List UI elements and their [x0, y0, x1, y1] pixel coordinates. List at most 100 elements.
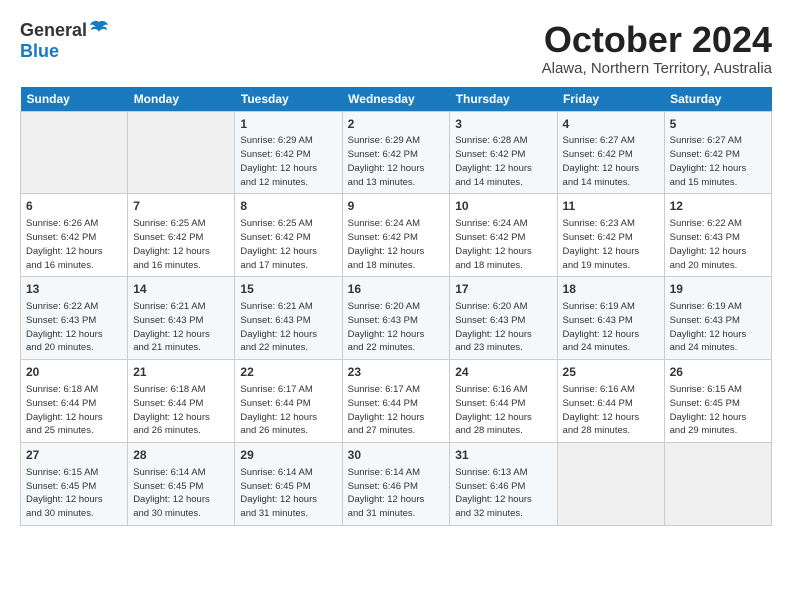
- calendar-cell: 4Sunrise: 6:27 AM Sunset: 6:42 PM Daylig…: [557, 111, 664, 194]
- day-number: 10: [455, 198, 551, 215]
- day-info: Sunrise: 6:20 AM Sunset: 6:43 PM Dayligh…: [348, 300, 445, 355]
- weekday-header-row: SundayMondayTuesdayWednesdayThursdayFrid…: [21, 87, 772, 112]
- day-info: Sunrise: 6:24 AM Sunset: 6:42 PM Dayligh…: [455, 217, 551, 272]
- day-number: 11: [563, 198, 659, 215]
- day-info: Sunrise: 6:14 AM Sunset: 6:45 PM Dayligh…: [133, 466, 229, 521]
- calendar-cell: 5Sunrise: 6:27 AM Sunset: 6:42 PM Daylig…: [664, 111, 771, 194]
- day-number: 14: [133, 281, 229, 298]
- day-number: 17: [455, 281, 551, 298]
- calendar-cell: 24Sunrise: 6:16 AM Sunset: 6:44 PM Dayli…: [450, 360, 557, 443]
- day-number: 24: [455, 364, 551, 381]
- calendar-cell: 19 Sunrise: 6:19 AM Sunset: 6:43 PM Dayli…: [664, 277, 771, 360]
- calendar-cell: 31Sunrise: 6:13 AM Sunset: 6:46 PM Dayli…: [450, 443, 557, 526]
- day-info: Sunrise: 6:27 AM Sunset: 6:42 PM Dayligh…: [670, 134, 766, 189]
- header: General Blue October 2024 Alawa, Norther…: [20, 20, 772, 77]
- calendar-week-row: 13Sunrise: 6:22 AM Sunset: 6:43 PM Dayli…: [21, 277, 772, 360]
- day-number: 8: [240, 198, 336, 215]
- day-info: Sunrise: 6:23 AM Sunset: 6:42 PM Dayligh…: [563, 217, 659, 272]
- day-info: Sunrise: 6:19 AM Sunset: 6:43 PM Dayligh…: [563, 300, 659, 355]
- calendar-week-row: 27 Sunrise: 6:15 AM Sunset: 6:45 PM Dayli…: [21, 443, 772, 526]
- day-info: Sunrise: 6:19 AM Sunset: 6:43 PM Dayligh…: [670, 300, 766, 355]
- day-info: Sunrise: 6:26 AM Sunset: 6:42 PM Dayligh…: [26, 217, 122, 272]
- calendar-cell: 29 Sunrise: 6:14 AM Sunset: 6:45 PM Dayli…: [235, 443, 342, 526]
- calendar-week-row: 20Sunrise: 6:18 AM Sunset: 6:44 PM Dayli…: [21, 360, 772, 443]
- day-number: 27: [26, 447, 122, 464]
- calendar-cell: 22Sunrise: 6:17 AM Sunset: 6:44 PM Dayli…: [235, 360, 342, 443]
- calendar-week-row: 1Sunrise: 6:29 AM Sunset: 6:42 PM Daylig…: [21, 111, 772, 194]
- logo-blue-text: Blue: [20, 41, 59, 62]
- calendar-cell: 21 Sunrise: 6:18 AM Sunset: 6:44 PM Dayli…: [128, 360, 235, 443]
- calendar-cell: 2Sunrise: 6:29 AM Sunset: 6:42 PM Daylig…: [342, 111, 450, 194]
- calendar-cell: [557, 443, 664, 526]
- calendar-cell: 27 Sunrise: 6:15 AM Sunset: 6:45 PM Dayli…: [21, 443, 128, 526]
- calendar-cell: 20Sunrise: 6:18 AM Sunset: 6:44 PM Dayli…: [21, 360, 128, 443]
- day-number: 19: [670, 281, 766, 298]
- calendar-cell: 28 Sunrise: 6:14 AM Sunset: 6:45 PM Dayli…: [128, 443, 235, 526]
- day-number: 26: [670, 364, 766, 381]
- day-number: 7: [133, 198, 229, 215]
- day-number: 18: [563, 281, 659, 298]
- calendar-cell: 8Sunrise: 6:25 AM Sunset: 6:42 PM Daylig…: [235, 194, 342, 277]
- calendar-cell: 15Sunrise: 6:21 AM Sunset: 6:43 PM Dayli…: [235, 277, 342, 360]
- day-info: Sunrise: 6:28 AM Sunset: 6:42 PM Dayligh…: [455, 134, 551, 189]
- day-info: Sunrise: 6:14 AM Sunset: 6:46 PM Dayligh…: [348, 466, 445, 521]
- day-number: 21: [133, 364, 229, 381]
- day-info: Sunrise: 6:15 AM Sunset: 6:45 PM Dayligh…: [670, 383, 766, 438]
- day-info: Sunrise: 6:22 AM Sunset: 6:43 PM Dayligh…: [26, 300, 122, 355]
- day-info: Sunrise: 6:27 AM Sunset: 6:42 PM Dayligh…: [563, 134, 659, 189]
- calendar-cell: 11 Sunrise: 6:23 AM Sunset: 6:42 PM Dayli…: [557, 194, 664, 277]
- calendar-cell: 1Sunrise: 6:29 AM Sunset: 6:42 PM Daylig…: [235, 111, 342, 194]
- day-info: Sunrise: 6:13 AM Sunset: 6:46 PM Dayligh…: [455, 466, 551, 521]
- day-number: 12: [670, 198, 766, 215]
- calendar-cell: 17Sunrise: 6:20 AM Sunset: 6:43 PM Dayli…: [450, 277, 557, 360]
- calendar-cell: 13Sunrise: 6:22 AM Sunset: 6:43 PM Dayli…: [21, 277, 128, 360]
- day-info: Sunrise: 6:15 AM Sunset: 6:45 PM Dayligh…: [26, 466, 122, 521]
- calendar-cell: 26 Sunrise: 6:15 AM Sunset: 6:45 PM Dayli…: [664, 360, 771, 443]
- day-info: Sunrise: 6:29 AM Sunset: 6:42 PM Dayligh…: [240, 134, 336, 189]
- calendar-cell: 16 Sunrise: 6:20 AM Sunset: 6:43 PM Dayli…: [342, 277, 450, 360]
- weekday-header: Thursday: [450, 87, 557, 112]
- logo: General Blue: [20, 20, 109, 62]
- day-number: 30: [348, 447, 445, 464]
- day-info: Sunrise: 6:29 AM Sunset: 6:42 PM Dayligh…: [348, 134, 445, 189]
- weekday-header: Friday: [557, 87, 664, 112]
- weekday-header: Monday: [128, 87, 235, 112]
- location: Alawa, Northern Territory, Australia: [542, 60, 772, 77]
- calendar-cell: 9Sunrise: 6:24 AM Sunset: 6:42 PM Daylig…: [342, 194, 450, 277]
- day-number: 28: [133, 447, 229, 464]
- day-number: 9: [348, 198, 445, 215]
- calendar-week-row: 6 Sunrise: 6:26 AM Sunset: 6:42 PM Daylig…: [21, 194, 772, 277]
- calendar-cell: [128, 111, 235, 194]
- day-number: 16: [348, 281, 445, 298]
- weekday-header: Sunday: [21, 87, 128, 112]
- day-info: Sunrise: 6:25 AM Sunset: 6:42 PM Dayligh…: [133, 217, 229, 272]
- calendar-cell: [21, 111, 128, 194]
- day-number: 23: [348, 364, 445, 381]
- calendar-cell: 18 Sunrise: 6:19 AM Sunset: 6:43 PM Dayli…: [557, 277, 664, 360]
- logo-bird-icon: [89, 20, 109, 38]
- day-number: 2: [348, 116, 445, 133]
- day-info: Sunrise: 6:21 AM Sunset: 6:43 PM Dayligh…: [133, 300, 229, 355]
- day-number: 29: [240, 447, 336, 464]
- calendar-cell: 7 Sunrise: 6:25 AM Sunset: 6:42 PM Daylig…: [128, 194, 235, 277]
- weekday-header: Saturday: [664, 87, 771, 112]
- calendar-cell: 6 Sunrise: 6:26 AM Sunset: 6:42 PM Daylig…: [21, 194, 128, 277]
- day-number: 5: [670, 116, 766, 133]
- day-info: Sunrise: 6:14 AM Sunset: 6:45 PM Dayligh…: [240, 466, 336, 521]
- day-info: Sunrise: 6:17 AM Sunset: 6:44 PM Dayligh…: [348, 383, 445, 438]
- day-info: Sunrise: 6:18 AM Sunset: 6:44 PM Dayligh…: [133, 383, 229, 438]
- logo-general-text: General: [20, 20, 87, 41]
- day-number: 6: [26, 198, 122, 215]
- calendar-cell: 12Sunrise: 6:22 AM Sunset: 6:43 PM Dayli…: [664, 194, 771, 277]
- weekday-header: Tuesday: [235, 87, 342, 112]
- day-info: Sunrise: 6:17 AM Sunset: 6:44 PM Dayligh…: [240, 383, 336, 438]
- day-number: 15: [240, 281, 336, 298]
- calendar-cell: [664, 443, 771, 526]
- title-area: October 2024 Alawa, Northern Territory, …: [542, 20, 772, 77]
- day-number: 4: [563, 116, 659, 133]
- calendar-cell: 30 Sunrise: 6:14 AM Sunset: 6:46 PM Dayli…: [342, 443, 450, 526]
- day-info: Sunrise: 6:16 AM Sunset: 6:44 PM Dayligh…: [563, 383, 659, 438]
- calendar-table: SundayMondayTuesdayWednesdayThursdayFrid…: [20, 87, 772, 526]
- calendar-cell: 14 Sunrise: 6:21 AM Sunset: 6:43 PM Dayli…: [128, 277, 235, 360]
- day-number: 25: [563, 364, 659, 381]
